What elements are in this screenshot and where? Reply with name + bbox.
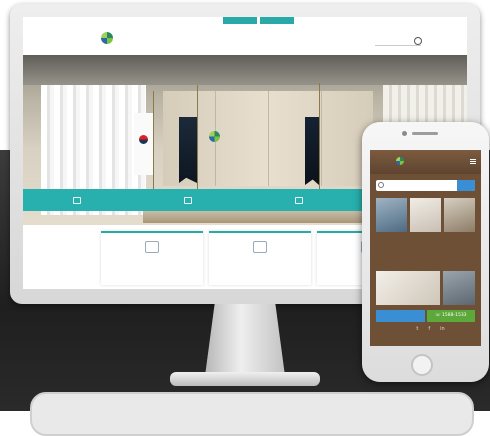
- hamburger-menu-icon[interactable]: [470, 159, 476, 164]
- info-card-1[interactable]: [101, 231, 203, 285]
- phone-call-button[interactable]: ☏ 1588-1533: [426, 310, 475, 322]
- phone-frame: ☏ 1588-1533 t f in: [362, 122, 489, 382]
- wall-seam: [268, 91, 269, 186]
- korean-flag: [134, 113, 153, 175]
- mobile-wide-tile-2[interactable]: [443, 271, 475, 305]
- site-header: [23, 17, 467, 49]
- mobile-tile-1[interactable]: [376, 198, 407, 232]
- dark-flag-right: [305, 117, 319, 185]
- instagram-icon[interactable]: in: [440, 326, 445, 332]
- info-card-2[interactable]: [209, 231, 311, 285]
- phone-home-button[interactable]: [411, 354, 433, 376]
- wall-logo-icon: [209, 131, 220, 142]
- mobile-tile-3[interactable]: [444, 198, 475, 232]
- mobile-action-bar: ☏ 1588-1533: [376, 310, 475, 322]
- mobile-wide-tiles: [376, 271, 475, 305]
- quick-tabs: [223, 17, 294, 24]
- dark-flag-left: [179, 117, 197, 183]
- mobile-header: [370, 150, 481, 174]
- quick-tab-2[interactable]: [260, 17, 294, 24]
- doctor-search-icon: [294, 196, 303, 204]
- quick-menu-item-2[interactable]: [134, 189, 245, 211]
- facebook-icon[interactable]: f: [428, 326, 430, 332]
- mobile-tile-2[interactable]: [410, 198, 441, 232]
- mobile-tiles: [376, 198, 475, 232]
- quick-tab-1[interactable]: [223, 17, 257, 24]
- phone-number: 1588-1533: [442, 313, 467, 318]
- search-icon[interactable]: [414, 37, 422, 45]
- wall-seam: [321, 91, 322, 186]
- phone-speaker: [412, 132, 438, 135]
- mobile-search-input[interactable]: [376, 180, 475, 191]
- monitor-stand-neck: [205, 304, 285, 376]
- heart-icon: [183, 196, 192, 204]
- search-icon: [378, 182, 384, 188]
- quick-menu-item-1[interactable]: [23, 189, 134, 211]
- mobile-action-button[interactable]: [376, 310, 425, 322]
- hospital-logo-icon[interactable]: [101, 32, 113, 44]
- twitter-icon[interactable]: t: [416, 326, 418, 332]
- quick-menu-item-3[interactable]: [245, 189, 356, 211]
- monitor-stand-base: [170, 372, 320, 386]
- card-icon: [145, 241, 159, 253]
- mobile-social-links: t f in: [376, 326, 475, 332]
- hero-ceiling: [23, 55, 467, 85]
- mobile-screen: ☏ 1588-1533 t f in: [370, 150, 481, 346]
- card-icon: [253, 241, 267, 253]
- background-bottom-plate: [30, 392, 474, 436]
- mobile-search-button[interactable]: [457, 180, 475, 191]
- phone-camera: [402, 131, 407, 136]
- calendar-icon: [72, 196, 81, 204]
- mobile-logo-icon[interactable]: [396, 157, 404, 165]
- phone-icon: ☏: [434, 313, 443, 318]
- mobile-wide-tile-1[interactable]: [376, 271, 440, 305]
